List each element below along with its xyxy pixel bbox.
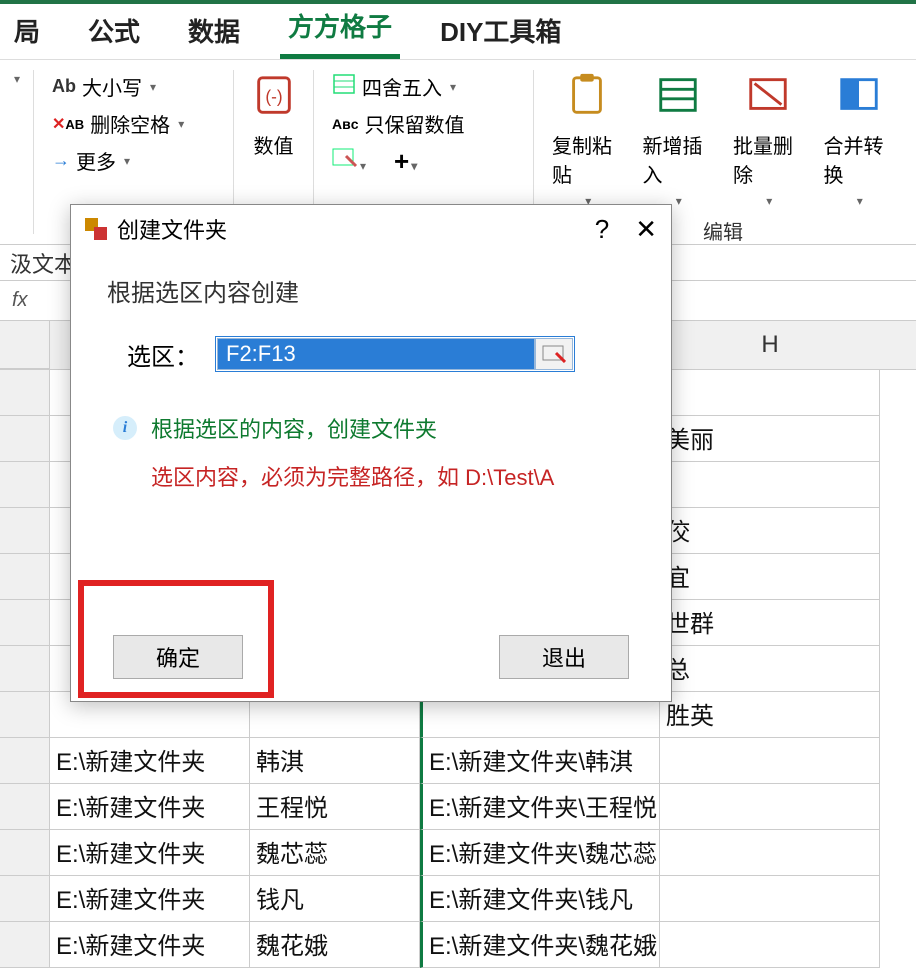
- case-convert-label: 大小写: [82, 72, 142, 101]
- cell[interactable]: E:\新建文件夹: [50, 876, 250, 922]
- copy-paste-button[interactable]: 复制粘贴 ▾: [548, 70, 627, 210]
- keep-numbers-button[interactable]: Aʙᴄ 只保留数值: [328, 107, 519, 140]
- cell[interactable]: 美丽: [660, 416, 880, 462]
- cell[interactable]: 韩淇: [250, 738, 420, 784]
- range-picker-button[interactable]: [535, 338, 573, 370]
- cell[interactable]: 胜英: [660, 692, 880, 738]
- insert-label: 新增插入: [643, 130, 714, 188]
- info-icon: i: [113, 416, 137, 440]
- text-icon: Ab: [52, 76, 76, 97]
- chevron-down-icon: ▾: [150, 80, 156, 94]
- cell[interactable]: [660, 462, 880, 508]
- dialog-title: 创建文件夹: [117, 213, 227, 245]
- table-row: E:\新建文件夹魏芯蕊E:\新建文件夹\魏芯蕊: [0, 830, 916, 876]
- chevron-down-icon: ▾: [178, 117, 184, 131]
- section-title: 根据选区内容创建: [107, 273, 635, 308]
- tab-diy[interactable]: DIY工具箱: [432, 12, 569, 59]
- range-picker-icon: [542, 345, 566, 363]
- tab-layout[interactable]: 局: [6, 12, 48, 59]
- cell[interactable]: E:\新建文件夹: [50, 830, 250, 876]
- remove-spaces-button[interactable]: ✕AB 删除空格 ▾: [48, 107, 219, 140]
- cell[interactable]: E:\新建文件夹: [50, 922, 250, 968]
- round-label: 四舍五入: [362, 72, 442, 101]
- cell[interactable]: [660, 738, 880, 784]
- cell[interactable]: [660, 370, 880, 416]
- cell[interactable]: E:\新建文件夹\王程悦: [420, 784, 660, 830]
- table-row: E:\新建文件夹钱凡E:\新建文件夹\钱凡: [0, 876, 916, 922]
- remove-icon: ✕AB: [52, 113, 84, 134]
- keep-numbers-label: 只保留数值: [365, 109, 465, 138]
- remove-spaces-label: 删除空格: [90, 109, 170, 138]
- number-button[interactable]: (-) 数值: [248, 70, 299, 161]
- cell[interactable]: [660, 876, 880, 922]
- copy-paste-label: 复制粘贴: [552, 130, 623, 188]
- adv-text-label: 汲文本: [10, 247, 76, 279]
- number-icon: (-): [251, 72, 297, 124]
- cell[interactable]: [660, 922, 880, 968]
- more-label: 更多: [76, 146, 116, 175]
- merge-label: 合并转换: [824, 130, 895, 188]
- delete-icon: [745, 72, 791, 124]
- cell[interactable]: E:\新建文件夹\韩淇: [420, 738, 660, 784]
- plus-icon[interactable]: +▾: [394, 146, 417, 177]
- ok-button[interactable]: 确定: [113, 635, 243, 679]
- cell[interactable]: [660, 784, 880, 830]
- cell[interactable]: E:\新建文件夹\魏芯蕊: [420, 830, 660, 876]
- number-label: 数值: [254, 130, 294, 159]
- chevron-down-icon: ▾: [766, 194, 772, 208]
- table-row: E:\新建文件夹王程悦E:\新建文件夹\王程悦: [0, 784, 916, 830]
- cell[interactable]: 魏芯蕊: [250, 830, 420, 876]
- cell[interactable]: E:\新建文件夹: [50, 738, 250, 784]
- create-folder-dialog: 创建文件夹 ? ✕ 根据选区内容创建 选区： i 根据选区的内容，创建文件夹 选…: [70, 204, 672, 702]
- tab-data[interactable]: 数据: [180, 12, 248, 59]
- warn-text: 选区内容，必须为完整路径，如 D:\Test\A: [151, 460, 635, 492]
- table-insert-icon: [655, 72, 701, 124]
- chevron-down-icon: ▾: [857, 194, 863, 208]
- insert-button[interactable]: 新增插入 ▾: [639, 70, 718, 210]
- cell[interactable]: 王程悦: [250, 784, 420, 830]
- selection-label: 选区：: [127, 337, 199, 372]
- merge-convert-button[interactable]: 合并转换 ▾: [820, 70, 899, 210]
- more-button[interactable]: → 更多 ▾: [48, 144, 219, 177]
- dropdown-unknown[interactable]: ▾: [8, 70, 29, 88]
- chevron-down-icon: ▾: [124, 154, 130, 168]
- merge-icon: [836, 72, 882, 124]
- svg-text:(-): (-): [265, 87, 282, 107]
- case-convert-button[interactable]: Ab 大小写 ▾: [48, 70, 219, 103]
- abc-icon: Aʙᴄ: [332, 116, 359, 132]
- cell[interactable]: E:\新建文件夹\钱凡: [420, 876, 660, 922]
- round-button[interactable]: 四舍五入 ▾: [328, 70, 519, 103]
- arrow-right-icon: →: [52, 150, 70, 171]
- cell[interactable]: 佼: [660, 508, 880, 554]
- chevron-down-icon: ▾: [450, 80, 456, 94]
- help-button[interactable]: ?: [595, 214, 609, 245]
- cell[interactable]: E:\新建文件夹\魏花娥: [420, 922, 660, 968]
- delete-label: 批量删除: [733, 130, 804, 188]
- cell-edit-icon[interactable]: ▾: [332, 148, 366, 176]
- fx-icon: fx: [12, 289, 28, 312]
- close-button[interactable]: ✕: [635, 214, 657, 245]
- selection-input[interactable]: [217, 338, 535, 370]
- cell[interactable]: 钱凡: [250, 876, 420, 922]
- ribbon-tabs: 局 公式 数据 方方格子 DIY工具箱: [0, 4, 916, 60]
- table-row: E:\新建文件夹魏花娥E:\新建文件夹\魏花娥: [0, 922, 916, 968]
- info-text: 根据选区的内容，创建文件夹: [151, 412, 437, 444]
- clipboard-icon: [564, 72, 610, 124]
- cell[interactable]: [660, 830, 880, 876]
- cell[interactable]: 总: [660, 646, 880, 692]
- cell[interactable]: E:\新建文件夹: [50, 784, 250, 830]
- tab-ffgz[interactable]: 方方格子: [280, 7, 400, 59]
- col-header-h[interactable]: H: [660, 321, 880, 369]
- tab-formula[interactable]: 公式: [80, 12, 148, 59]
- cell[interactable]: 宜: [660, 554, 880, 600]
- cell[interactable]: 魏花娥: [250, 922, 420, 968]
- grid-icon: [332, 73, 356, 101]
- table-row: E:\新建文件夹韩淇E:\新建文件夹\韩淇: [0, 738, 916, 784]
- exit-button[interactable]: 退出: [499, 635, 629, 679]
- cell[interactable]: 世群: [660, 600, 880, 646]
- app-icon: [85, 218, 107, 240]
- chevron-down-icon: ▾: [676, 194, 682, 208]
- batch-delete-button[interactable]: 批量删除 ▾: [729, 70, 808, 210]
